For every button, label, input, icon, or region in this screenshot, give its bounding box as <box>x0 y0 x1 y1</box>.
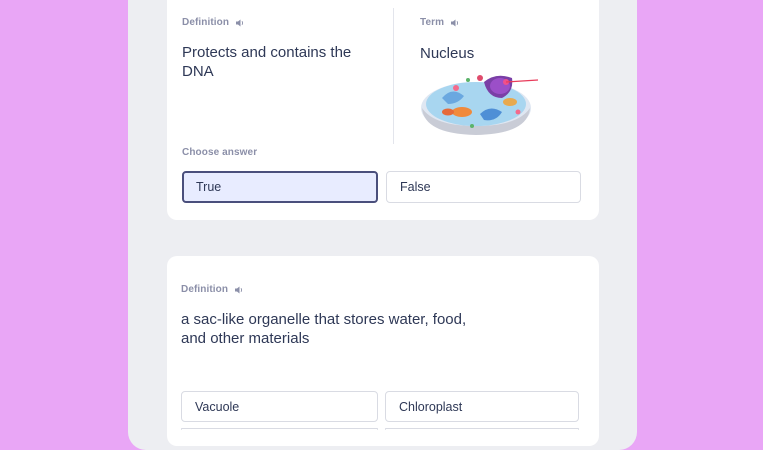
definition-label: Definition <box>181 284 229 295</box>
speaker-icon[interactable] <box>234 285 244 295</box>
speaker-icon[interactable] <box>450 18 460 28</box>
column-divider <box>393 8 394 144</box>
definition-label-row: Definition <box>182 17 245 28</box>
answer-option-true[interactable]: True <box>182 171 378 203</box>
answer-option-chloroplast[interactable]: Chloroplast <box>385 391 579 422</box>
answer-option-label: False <box>400 180 431 194</box>
term-label: Term <box>420 17 445 28</box>
term-label-row: Term <box>420 17 460 28</box>
cell-illustration <box>421 75 539 135</box>
definition-text: Protects and contains the DNA <box>182 44 352 80</box>
answer-option-label: True <box>196 180 222 194</box>
speaker-icon[interactable] <box>235 18 245 28</box>
definition-text: a sac-like organelle that stores water, … <box>181 311 467 347</box>
answer-option-false[interactable]: False <box>386 171 581 203</box>
answer-option-label: Chloroplast <box>399 399 463 414</box>
answer-option-label: Vacuole <box>195 399 240 414</box>
term-text: Nucleus <box>420 45 475 62</box>
choose-answer-label: Choose answer <box>182 147 258 158</box>
answer-option-vacuole[interactable]: Vacuole <box>181 391 378 422</box>
definition-label-row: Definition <box>181 284 244 295</box>
definition-label: Definition <box>182 17 230 28</box>
